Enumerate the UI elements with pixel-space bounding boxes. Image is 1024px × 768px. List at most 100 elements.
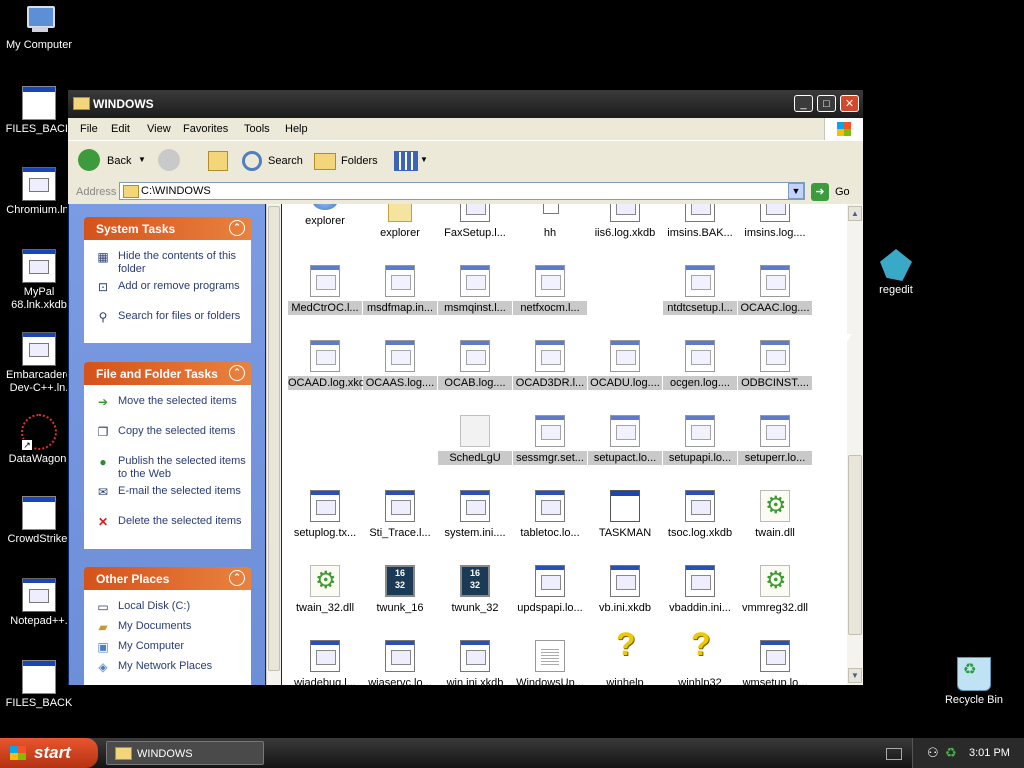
views-button[interactable]: ▼ — [394, 149, 430, 173]
file-item[interactable]: ODBCINST.... — [738, 340, 812, 390]
file-item[interactable]: explorer — [288, 204, 362, 228]
menu-file[interactable]: File — [80, 123, 98, 135]
file-list-scrollbar[interactable]: ▲ ▼ — [847, 204, 863, 685]
file-item[interactable]: 16 32 twunk_16 — [363, 565, 437, 615]
file-item[interactable]: wmsetup.lo... — [738, 640, 812, 685]
up-folder-button[interactable] — [206, 149, 230, 173]
minimize-button[interactable]: _ — [794, 95, 813, 112]
file-list-view: explorer explorer FaxSetup.l... hh iis6.log.… — [282, 204, 847, 685]
maximize-button[interactable]: □ — [817, 95, 836, 112]
file-name: OCAB.log.... — [438, 376, 512, 390]
other-places-header[interactable]: Other Places ⌃ — [84, 567, 251, 590]
log-file-icon — [535, 490, 565, 522]
menu-help[interactable]: Help — [285, 123, 308, 135]
file-item[interactable]: win.ini.xkdb — [438, 640, 512, 685]
menu-edit[interactable]: Edit — [111, 123, 130, 135]
collapse-chevron-icon[interactable]: ⌃ — [229, 220, 245, 236]
log-file-icon — [760, 640, 790, 672]
file-item[interactable]: netfxocm.l... — [513, 265, 587, 315]
title-bar[interactable]: WINDOWS _ □ ✕ — [68, 90, 863, 118]
file-item[interactable]: OCAAS.log.... — [363, 340, 437, 390]
file-item[interactable]: msdfmap.in... — [363, 265, 437, 315]
collapse-chevron-icon[interactable]: ⌃ — [229, 365, 245, 381]
address-dropdown-button[interactable]: ▼ — [788, 183, 804, 199]
file-item[interactable]: tsoc.log.xkdb — [663, 490, 737, 540]
file-item[interactable]: WindowsUp... — [513, 640, 587, 685]
search-button[interactable]: Search — [242, 149, 306, 173]
file-name: imsins.log.... — [744, 227, 806, 239]
file-item[interactable]: vb.ini.xkdb — [588, 565, 662, 615]
file-item[interactable]: winhelp — [588, 638, 662, 685]
file-item[interactable]: setuperr.lo... — [738, 415, 812, 465]
file-item[interactable]: OCAAC.log.... — [738, 265, 812, 315]
keyboard-icon[interactable] — [886, 748, 902, 760]
taskbar-item-windows[interactable]: WINDOWS — [106, 741, 264, 765]
file-item[interactable]: ntdtcsetup.l... — [663, 265, 737, 315]
file-item[interactable]: vbaddin.ini... — [663, 565, 737, 615]
file-item[interactable]: OCAB.log.... — [438, 340, 512, 390]
file-item[interactable]: setupapi.lo... — [663, 415, 737, 465]
desktop-icon-recycle-bin[interactable]: Recycle Bin — [935, 657, 1013, 707]
file-item[interactable]: wiadebug.l... — [288, 640, 362, 685]
file-item[interactable]: setuplog.tx... — [288, 490, 362, 540]
exe-file-icon — [610, 490, 640, 522]
scrollbar-thumb[interactable] — [268, 206, 280, 671]
file-item[interactable]: twain_32.dll — [288, 565, 362, 615]
file-name: tabletoc.lo... — [520, 527, 580, 539]
file-item[interactable]: SchedLgU — [438, 415, 512, 465]
desktop-icon-regedit[interactable]: regedit — [857, 249, 935, 297]
folders-button[interactable]: Folders — [314, 149, 380, 173]
go-button[interactable]: ➜ Go — [811, 183, 859, 201]
dll-file-icon — [310, 565, 340, 597]
file-item[interactable]: ocgen.log.... — [663, 340, 737, 390]
system-tasks-header[interactable]: System Tasks ⌃ — [84, 217, 251, 240]
file-item[interactable]: imsins.BAK... — [663, 204, 737, 240]
start-button[interactable]: start — [0, 738, 98, 768]
file-item[interactable]: iis6.log.xkdb — [588, 204, 662, 240]
file-item[interactable]: updspapi.lo... — [513, 565, 587, 615]
file-item[interactable]: imsins.log.... — [738, 204, 812, 240]
menu-view[interactable]: View — [147, 123, 171, 135]
file-item[interactable]: explorer — [363, 204, 437, 240]
file-item[interactable]: wiaservc.lo... — [363, 640, 437, 685]
collapse-chevron-icon[interactable]: ⌃ — [229, 570, 245, 586]
file-item[interactable]: MedCtrOC.l... — [288, 265, 362, 315]
safely-remove-icon[interactable]: ♻ — [945, 745, 957, 761]
menu-favorites[interactable]: Favorites — [183, 123, 228, 135]
file-item[interactable]: hh — [513, 204, 587, 240]
panel-title: File and Folder Tasks — [96, 367, 218, 381]
file-item[interactable]: system.ini.... — [438, 490, 512, 540]
task-pane-scrollbar[interactable] — [266, 204, 281, 685]
file-item[interactable]: OCAAD.log.xkdb — [288, 340, 371, 390]
file-item[interactable]: winhlp32 — [663, 638, 737, 685]
file-item[interactable]: twain.dll — [738, 490, 812, 540]
forward-button[interactable] — [158, 149, 194, 173]
file-item[interactable]: OCAD3DR.l... — [513, 340, 587, 390]
file-item[interactable]: sessmgr.set... — [513, 415, 587, 465]
scrollbar-thumb[interactable] — [848, 455, 862, 635]
address-input[interactable]: C:\WINDOWS — [119, 182, 805, 200]
scroll-down-button[interactable]: ▼ — [848, 668, 862, 683]
file-item[interactable]: setupact.lo... — [588, 415, 662, 465]
file-folder-tasks-header[interactable]: File and Folder Tasks ⌃ — [84, 362, 251, 385]
scroll-up-button[interactable]: ▲ — [848, 206, 862, 221]
desktop-icon-my-computer[interactable]: My Computer — [0, 4, 78, 52]
file-item[interactable]: msmqinst.l... — [438, 265, 512, 315]
file-folder-tasks-panel: File and Folder Tasks ⌃ ➔ Move the select… — [84, 362, 251, 549]
task-label: Add or remove programs — [118, 280, 240, 292]
file-item[interactable]: OCADU.log.... — [588, 340, 662, 390]
close-button[interactable]: ✕ — [840, 95, 859, 112]
expl-file-icon — [312, 204, 338, 210]
file-item[interactable]: tabletoc.lo... — [513, 490, 587, 540]
file-item[interactable]: TASKMAN — [588, 490, 662, 540]
menu-tools[interactable]: Tools — [244, 123, 270, 135]
file-name: ocgen.log.... — [663, 376, 737, 390]
file-item[interactable]: Sti_Trace.l... — [363, 490, 437, 540]
back-dropdown-icon[interactable]: ▼ — [138, 155, 146, 164]
back-button[interactable]: Back ▼ — [78, 149, 148, 173]
file-item[interactable]: 16 32 twunk_32 — [438, 565, 512, 615]
back-label: Back — [107, 155, 132, 167]
file-item[interactable]: FaxSetup.l... — [438, 204, 512, 240]
network-tray-icon[interactable]: ⚇ — [927, 745, 939, 761]
file-item[interactable]: vmmreg32.dll — [738, 565, 812, 615]
